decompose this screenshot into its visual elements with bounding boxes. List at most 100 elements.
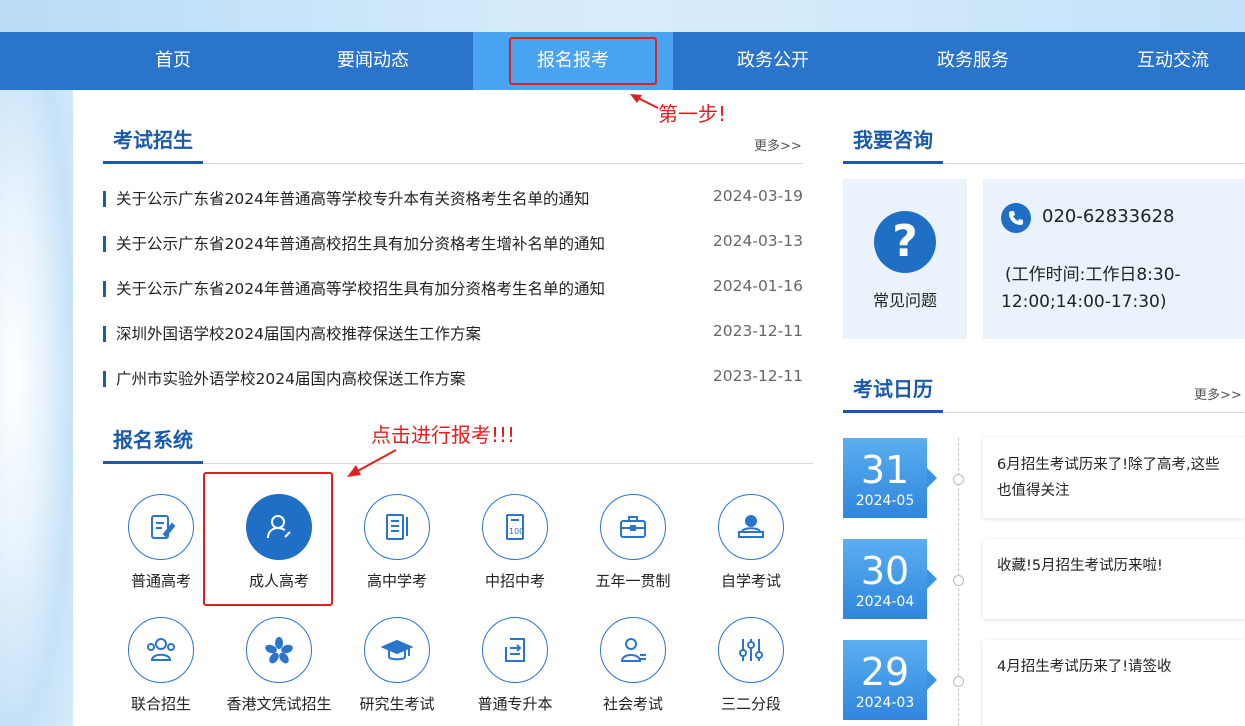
exam-paper-icon: [128, 494, 194, 560]
graduation-cap-icon: [364, 617, 430, 683]
annotation-click-signup: 点击进行报考!!!: [371, 423, 516, 447]
news-item[interactable]: 关于公示广东省2024年普通高校招生具有加分资格考生增补名单的通知 2024-0…: [103, 232, 803, 256]
bauhinia-icon: [246, 617, 312, 683]
news-date: 2024-01-16: [712, 277, 803, 295]
news-item[interactable]: 广州市实验外语学校2024届国内高校保送工作方案 2023-12-11: [103, 367, 803, 391]
svg-text:100: 100: [509, 527, 524, 536]
briefcase-icon: [600, 494, 666, 560]
section-title-calendar: 考试日历: [853, 377, 933, 401]
adult-person-icon: [246, 494, 312, 560]
system-item-postgrad[interactable]: 研究生考试: [342, 617, 452, 714]
system-item-label: 普通高考: [130, 572, 191, 590]
calendar-day: 29: [860, 650, 910, 694]
nav-item-gov-service[interactable]: 政务服务: [873, 32, 1073, 90]
faq-card[interactable]: ? 常见问题: [843, 179, 967, 339]
timeline-dot: [953, 676, 964, 687]
system-item-label: 五年一贯制: [595, 572, 671, 590]
nav-item-home[interactable]: 首页: [73, 32, 273, 90]
news-date: 2023-12-11: [712, 322, 803, 340]
system-item-zhongkao[interactable]: 100 中招中考: [460, 494, 570, 591]
section-divider: [103, 463, 813, 464]
section-underline: [843, 161, 943, 164]
news-date: 2024-03-19: [712, 187, 803, 205]
system-item-hkdse[interactable]: 香港文凭试招生: [224, 617, 334, 714]
system-item-gaokao[interactable]: 普通高考: [106, 494, 216, 591]
news-title[interactable]: 关于公示广东省2024年普通高等学校招生具有加分资格考生名单的通知: [116, 277, 605, 299]
news-title[interactable]: 关于公示广东省2024年普通高校招生具有加分资格考生增补名单的通知: [116, 232, 605, 254]
system-item-label: 研究生考试: [359, 695, 435, 713]
section-underline: [103, 461, 203, 464]
news-bullet: [103, 191, 106, 207]
calendar-entry[interactable]: 收藏!5月招生考试历来啦!: [983, 539, 1245, 619]
calendar-entry[interactable]: 4月招生考试历来了!请签收: [983, 640, 1245, 726]
score-sheet-icon: 100: [482, 494, 548, 560]
work-hours-line2: 12:00;14:00-17:30): [1001, 292, 1167, 312]
calendar-month: 2024-05: [855, 493, 915, 509]
timeline-dot: [953, 474, 964, 485]
calendar-month: 2024-04: [855, 594, 915, 610]
contact-card: 020-62833628 (工作时间:工作日8:30- 12:00;14:00-…: [983, 179, 1245, 339]
system-item-label: 联合招生: [130, 695, 191, 713]
system-item-social-exam[interactable]: 社会考试: [578, 617, 688, 714]
upgrade-arrow-icon: [482, 617, 548, 683]
system-item-five-year[interactable]: 五年一贯制: [578, 494, 688, 591]
calendar-date-badge: 31 2024-05: [843, 438, 937, 518]
system-item-label: 成人高考: [248, 572, 309, 590]
system-item-self-study[interactable]: 自学考试: [696, 494, 806, 591]
social-person-icon: [600, 617, 666, 683]
system-item-high-school-test[interactable]: 高中学考: [342, 494, 452, 591]
calendar-entry[interactable]: 6月招生考试历来了!除了高考,这些也值得关注: [983, 438, 1245, 518]
system-item-label: 自学考试: [720, 572, 781, 590]
nav-item-public-affairs[interactable]: 政务公开: [673, 32, 873, 90]
nav-item-news[interactable]: 要闻动态: [273, 32, 473, 90]
system-item-label: 中招中考: [484, 572, 545, 590]
news-bullet: [103, 326, 106, 342]
system-item-label: 香港文凭试招生: [226, 695, 332, 713]
system-item-label: 高中学考: [366, 572, 427, 590]
system-item-label: 社会考试: [602, 695, 663, 713]
news-title[interactable]: 广州市实验外语学校2024届国内高校保送工作方案: [116, 367, 465, 389]
work-hours-line1: (工作时间:工作日8:30-: [1005, 265, 1181, 285]
system-item-label: 三二分段: [720, 695, 781, 713]
system-item-adult-exam[interactable]: 成人高考: [224, 494, 334, 591]
news-title[interactable]: 关于公示广东省2024年普通高等学校专升本有关资格考生名单的通知: [116, 187, 589, 209]
annotation-arrow-icon: [347, 449, 397, 477]
section-underline: [103, 161, 203, 164]
system-item-joint-enroll[interactable]: 联合招生: [106, 617, 216, 714]
system-item-three-two[interactable]: 三二分段: [696, 617, 806, 714]
notebook-icon: [364, 494, 430, 560]
nav-item-interaction[interactable]: 互动交流: [1073, 32, 1245, 90]
sliders-icon: [718, 617, 784, 683]
more-link-calendar[interactable]: 更多>>: [1194, 384, 1242, 403]
news-date: 2023-12-11: [712, 367, 803, 385]
annotation-highlight-signup-nav: [509, 37, 657, 85]
phone-number: 020-62833628: [1042, 206, 1175, 227]
sky-banner: [0, 0, 1245, 32]
calendar-date-badge: 30 2024-04: [843, 539, 937, 619]
news-item[interactable]: 深圳外国语学校2024届国内高校推荐保送生工作方案 2023-12-11: [103, 322, 803, 346]
more-link-exam-recruit[interactable]: 更多>>: [754, 135, 802, 154]
section-title-exam-recruit: 考试招生: [113, 128, 193, 152]
annotation-arrow-icon: [630, 94, 659, 109]
news-item[interactable]: 关于公示广东省2024年普通高等学校招生具有加分资格考生名单的通知 2024-0…: [103, 277, 803, 301]
news-bullet: [103, 281, 106, 297]
news-item[interactable]: 关于公示广东省2024年普通高等学校专升本有关资格考生名单的通知 2024-03…: [103, 187, 803, 211]
news-bullet: [103, 371, 106, 387]
group-people-icon: [128, 617, 194, 683]
system-item-upgrade[interactable]: 普通专升本: [460, 617, 570, 714]
faq-label: 常见问题: [872, 291, 937, 310]
self-study-icon: [718, 494, 784, 560]
news-date: 2024-03-13: [712, 232, 803, 250]
section-divider: [103, 163, 803, 164]
section-title-consult: 我要咨询: [853, 128, 933, 152]
phone-icon: [1001, 203, 1031, 233]
question-mark-icon: ?: [874, 211, 936, 273]
calendar-month: 2024-03: [855, 695, 915, 711]
calendar-day: 31: [860, 448, 910, 492]
calendar-day: 30: [860, 549, 910, 593]
news-bullet: [103, 236, 106, 252]
calendar-date-badge: 29 2024-03: [843, 640, 937, 720]
annotation-step1: 第一步!: [658, 102, 727, 126]
news-title[interactable]: 深圳外国语学校2024届国内高校推荐保送生工作方案: [116, 322, 481, 344]
section-underline: [843, 410, 943, 413]
